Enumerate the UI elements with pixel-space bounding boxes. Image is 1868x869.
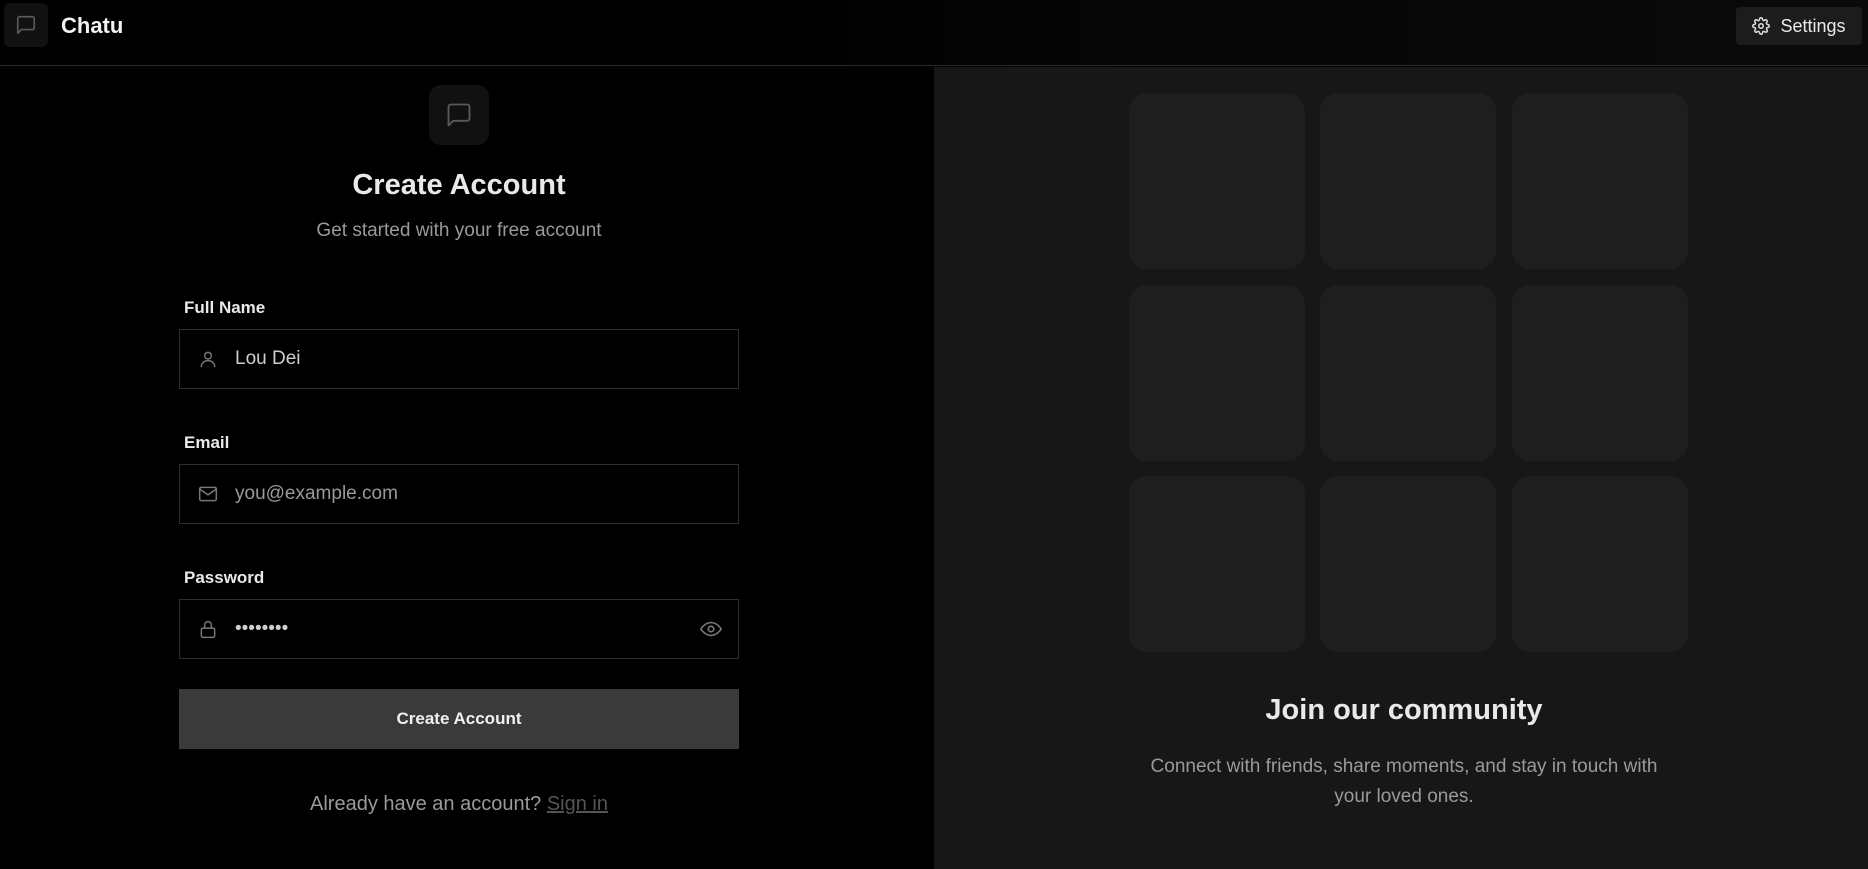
form-logo: [429, 85, 489, 145]
image-tile: [1320, 285, 1496, 461]
community-panel: Join our community Connect with friends,…: [934, 67, 1868, 869]
email-label: Email: [184, 433, 230, 452]
email-input[interactable]: [233, 482, 738, 506]
app-title: Chatu: [61, 13, 124, 38]
full-name-label: Full Name: [184, 298, 266, 317]
eye-icon[interactable]: [698, 616, 724, 642]
settings-button[interactable]: Settings: [1736, 7, 1862, 45]
image-tile: [1129, 93, 1305, 269]
gear-icon: [1752, 17, 1771, 35]
page-subtitle: Get started with your free account: [316, 220, 602, 241]
full-name-input[interactable]: [233, 347, 738, 371]
image-tile: [1512, 285, 1688, 461]
message-square-icon: [16, 15, 36, 35]
page-title: Create Account: [352, 169, 566, 201]
signin-prompt: Already have an account? Sign in: [0, 793, 918, 816]
signup-panel: Create Account Get started with your fre…: [0, 67, 934, 869]
community-title: Join our community: [1265, 694, 1543, 726]
password-label: Password: [184, 568, 265, 587]
image-tile: [1512, 93, 1688, 269]
user-icon: [196, 347, 220, 371]
lock-icon: [196, 617, 220, 641]
logo-button[interactable]: [4, 3, 48, 47]
image-tile: [1320, 476, 1496, 652]
image-tile: [1129, 285, 1305, 461]
message-square-icon: [447, 103, 471, 127]
full-name-field[interactable]: [179, 329, 739, 389]
image-tile: [1512, 476, 1688, 652]
signin-prompt-text: Already have an account?: [310, 793, 542, 815]
signin-link[interactable]: Sign in: [547, 793, 608, 815]
mail-icon: [196, 482, 220, 506]
top-bar: Chatu Settings: [0, 0, 1868, 66]
settings-label: Settings: [1780, 15, 1846, 36]
image-tile: [1129, 476, 1305, 652]
image-tile: [1320, 93, 1496, 269]
password-field[interactable]: [179, 599, 739, 659]
email-field[interactable]: [179, 464, 739, 524]
password-input[interactable]: [233, 617, 698, 641]
create-account-button[interactable]: Create Account: [179, 689, 739, 749]
community-description: Connect with friends, share moments, and…: [1150, 756, 1658, 807]
